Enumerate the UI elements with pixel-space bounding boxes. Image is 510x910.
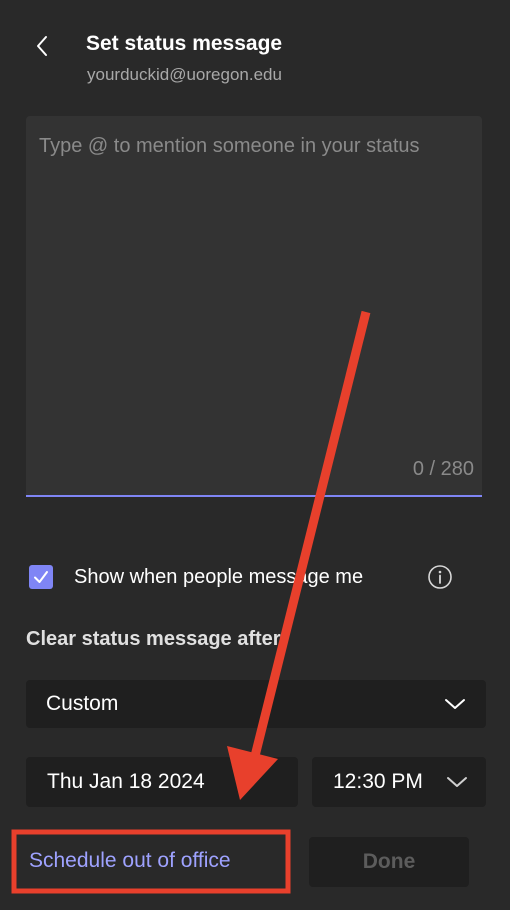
- done-button[interactable]: Done: [309, 837, 469, 887]
- back-button[interactable]: [30, 32, 54, 60]
- checkmark-icon: [34, 571, 48, 583]
- show-when-messaged-row: Show when people message me: [29, 562, 469, 592]
- clear-time-value: 12:30 PM: [333, 770, 423, 793]
- chevron-down-icon: [447, 777, 467, 787]
- schedule-out-of-office-link[interactable]: Schedule out of office: [29, 849, 231, 873]
- status-message-input[interactable]: [26, 116, 482, 495]
- character-counter: 0 / 280: [412, 458, 474, 480]
- show-when-messaged-label: Show when people message me: [74, 565, 364, 588]
- clear-date-picker[interactable]: Thu Jan 18 2024: [26, 757, 298, 807]
- clear-date-value: Thu Jan 18 2024: [47, 770, 205, 793]
- clear-after-dropdown[interactable]: Custom: [26, 680, 486, 728]
- clear-after-selected: Custom: [46, 692, 119, 715]
- account-email: yourduckid@uoregon.edu: [87, 65, 282, 84]
- status-message-field[interactable]: 0 / 280: [26, 116, 482, 497]
- info-icon[interactable]: [427, 564, 453, 590]
- page-title: Set status message: [86, 32, 283, 55]
- chevron-left-icon: [37, 36, 47, 56]
- chevron-down-icon: [445, 699, 465, 709]
- show-when-messaged-checkbox[interactable]: [29, 565, 53, 589]
- clear-after-label: Clear status message after: [26, 628, 281, 650]
- clear-time-picker[interactable]: 12:30 PM: [312, 757, 486, 807]
